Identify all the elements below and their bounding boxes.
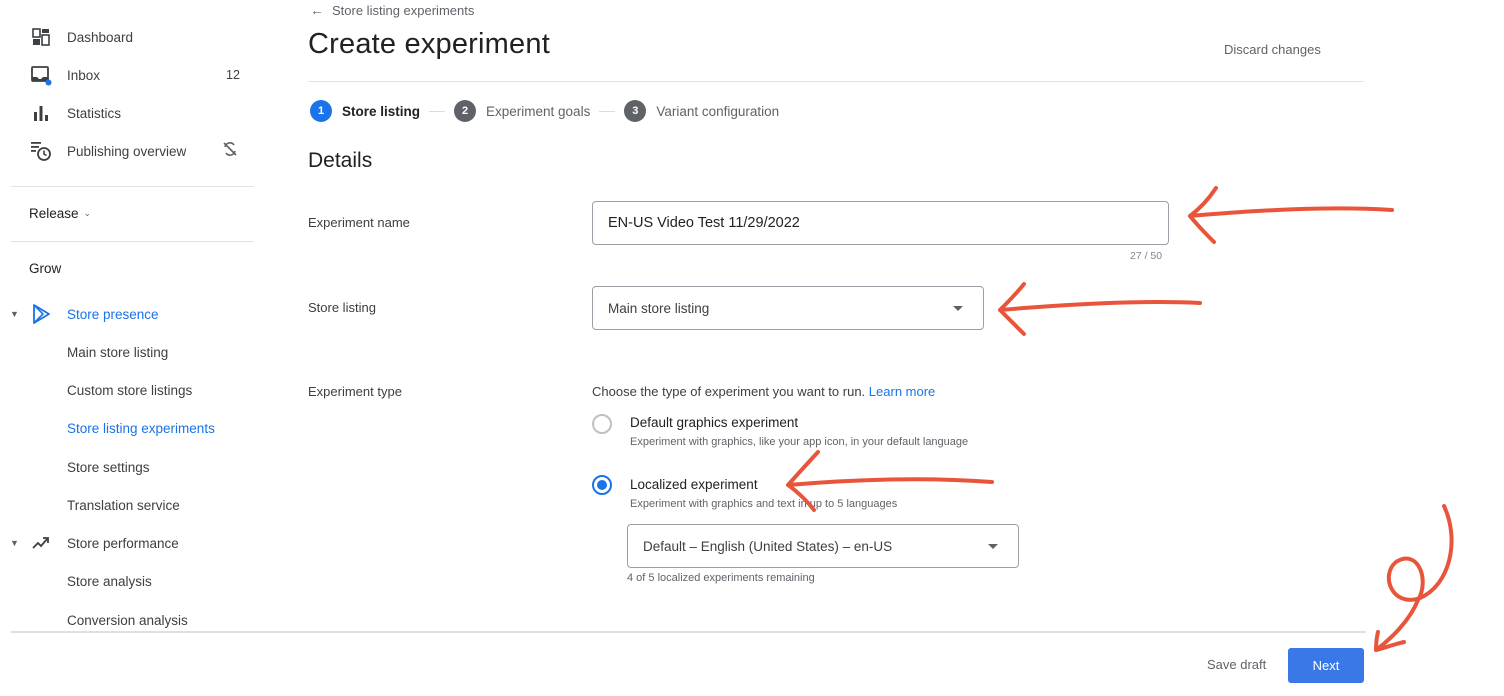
back-link-label: Store listing experiments [332,2,475,18]
experiment-name-input[interactable] [592,201,1169,245]
sidebar-item-custom-store-listings[interactable]: Custom store listings [0,375,260,405]
sidebar: Dashboard Inbox 12 Statistics Publishing… [0,0,270,632]
sidebar-item-inbox[interactable]: Inbox 12 [0,60,260,90]
sidebar-divider [11,186,254,187]
step-number: 2 [454,100,477,122]
step-label: Variant configuration [656,103,780,119]
discard-changes-button[interactable]: Discard changes [1224,42,1321,57]
store-listing-value: Main store listing [608,300,710,316]
stepper: 1 Store listing 2 Experiment goals 3 Var… [310,100,779,122]
inbox-count-badge: 12 [226,68,240,82]
bar-chart-icon [30,102,52,124]
save-draft-button[interactable]: Save draft [1207,657,1266,672]
language-select[interactable]: Default – English (United States) – en-U… [627,524,1019,568]
step-number: 3 [624,100,647,122]
play-store-icon [30,303,52,325]
sync-disabled-icon [222,141,238,162]
arrow-back-icon: ← [310,2,324,18]
sidebar-item-store-performance[interactable]: ▼ Store performance [0,528,260,558]
store-listing-select[interactable]: Main store listing [592,286,984,330]
sidebar-item-label: Store settings [67,459,150,475]
page-title: Create experiment [308,28,550,60]
radio-localized-title: Localized experiment [630,477,758,492]
experiment-type-intro: Choose the type of experiment you want t… [592,384,935,399]
annotation-arrow-next [1374,504,1454,652]
radio-default-graphics[interactable] [592,414,612,434]
annotation-arrow-experiment-name [1188,186,1394,244]
publishing-overview-icon [30,140,52,162]
sidebar-divider [11,241,254,242]
sidebar-item-store-settings[interactable]: Store settings [0,452,260,482]
step-store-listing[interactable]: 1 Store listing [310,100,420,122]
sidebar-item-store-analysis[interactable]: Store analysis [0,566,260,596]
dropdown-arrow-icon [988,544,998,549]
trending-up-icon [30,532,52,554]
chevron-down-icon: ⌄ [83,208,92,218]
experiment-type-label: Experiment type [308,384,402,399]
sidebar-item-label: Store analysis [67,573,152,589]
inbox-icon [30,64,52,86]
radio-default-graphics-title: Default graphics experiment [630,415,799,430]
localized-remaining-text: 4 of 5 localized experiments remaining [627,572,815,584]
sidebar-item-store-listing-experiments[interactable]: Store listing experiments [0,413,260,443]
sidebar-item-dashboard[interactable]: Dashboard [0,22,260,52]
sidebar-item-label: Dashboard [67,29,134,45]
details-heading: Details [308,149,373,172]
sidebar-item-label: Store listing experiments [67,420,215,436]
sidebar-item-label: Main store listing [67,344,169,360]
footer-divider [11,631,1366,633]
step-connector [429,110,446,112]
sidebar-item-publishing-overview[interactable]: Publishing overview [0,136,260,166]
step-label: Store listing [342,103,421,119]
step-experiment-goals[interactable]: 2 Experiment goals [454,100,590,122]
annotation-arrow-store-listing [998,282,1202,336]
sidebar-item-main-store-listing[interactable]: Main store listing [0,337,260,367]
sidebar-item-label: Store performance [67,535,179,551]
step-connector [599,110,616,112]
sidebar-section-release[interactable]: Release ⌄ [29,206,91,221]
step-number: 1 [310,100,332,122]
step-variant-configuration[interactable]: 3 Variant configuration [624,100,779,122]
sidebar-item-label: Store presence [67,306,159,322]
sidebar-item-label: Inbox [67,67,101,83]
section-title-label: Release [29,206,79,221]
step-label: Experiment goals [486,103,591,119]
learn-more-link[interactable]: Learn more [869,384,935,399]
dropdown-arrow-icon [953,306,963,311]
sidebar-item-label: Translation service [67,497,180,513]
radio-default-graphics-description: Experiment with graphics, like your app … [630,436,969,448]
sidebar-item-label: Conversion analysis [67,612,188,628]
sidebar-item-translation-service[interactable]: Translation service [0,490,260,520]
radio-localized-description: Experiment with graphics and text in up … [630,498,898,510]
caret-down-icon: ▼ [10,538,19,548]
header-divider [308,81,1364,82]
next-button[interactable]: Next [1288,648,1364,683]
radio-localized-experiment[interactable] [592,475,612,495]
character-counter: 27 / 50 [1130,250,1163,262]
sidebar-item-label: Custom store listings [67,382,193,398]
sidebar-item-statistics[interactable]: Statistics [0,98,260,128]
back-link[interactable]: ← Store listing experiments [310,2,474,18]
sidebar-item-store-presence[interactable]: ▼ Store presence [0,299,260,329]
dashboard-icon [30,26,52,48]
experiment-name-label: Experiment name [308,215,410,230]
language-value: Default – English (United States) – en-U… [643,538,893,554]
sidebar-item-label: Statistics [67,105,122,121]
caret-down-icon: ▼ [10,309,19,319]
sidebar-item-label: Publishing overview [67,143,187,159]
store-listing-label: Store listing [308,300,376,315]
sidebar-section-grow: Grow [29,261,62,276]
intro-text: Choose the type of experiment you want t… [592,384,866,399]
